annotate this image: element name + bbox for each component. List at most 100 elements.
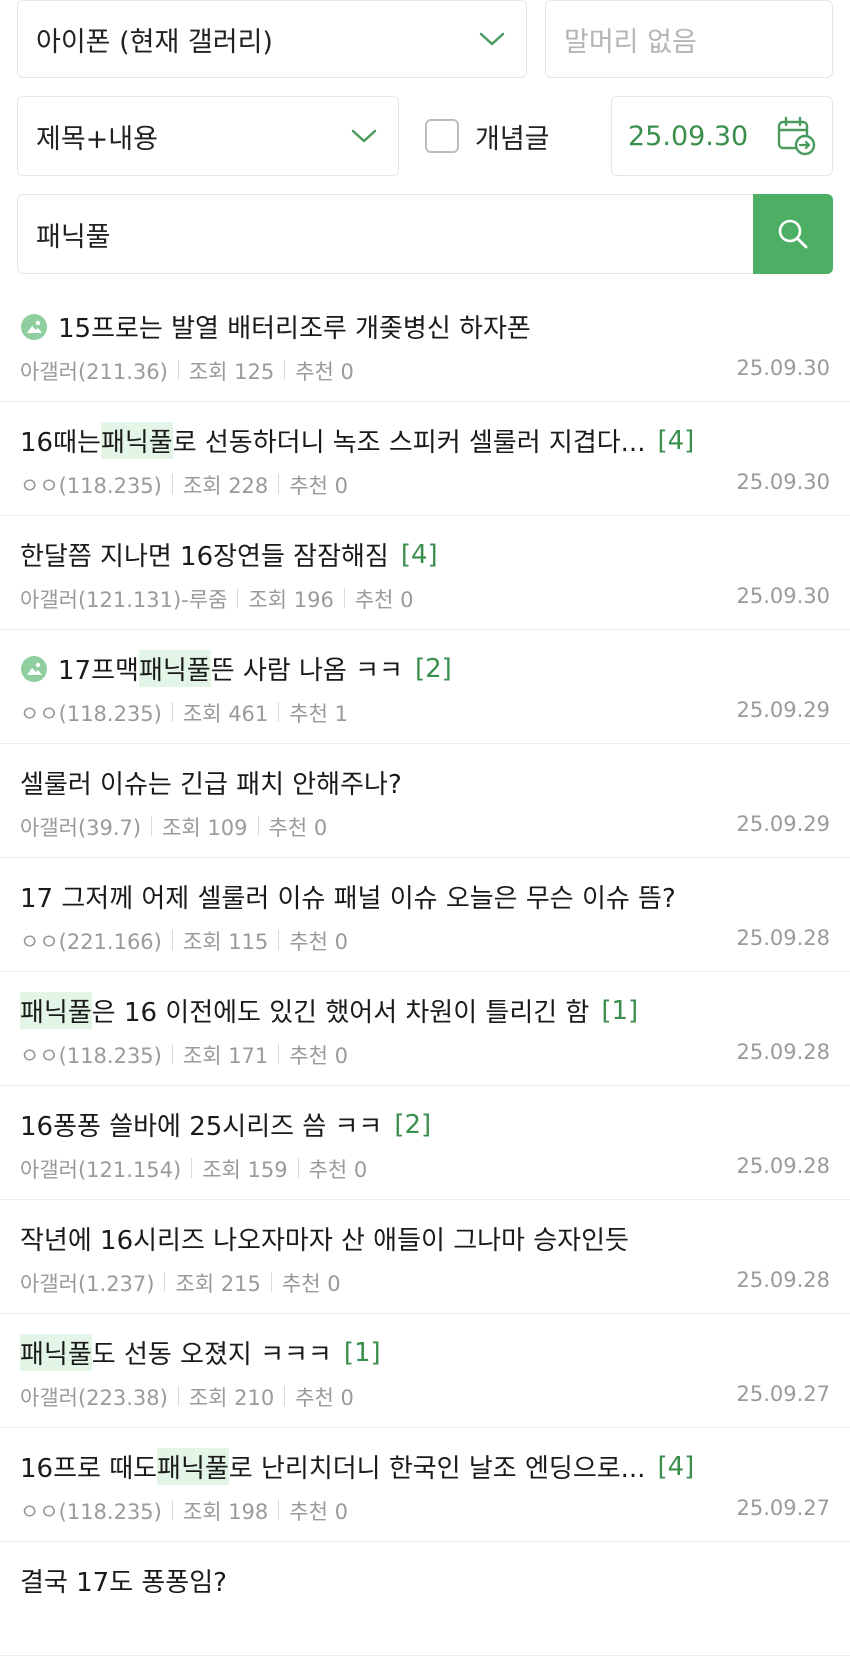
- post-meta: 아갤러(223.38) 조회 210 추천 0 25.09.27: [20, 1382, 830, 1412]
- post-meta: ㅇㅇ(118.235) 조회 171 추천 0 25.09.28: [20, 1040, 830, 1070]
- post-recommends: 추천 0: [289, 1500, 348, 1524]
- concept-label: 개념글: [475, 123, 550, 155]
- meta-divider: [278, 1044, 280, 1064]
- post-date: 25.09.28: [736, 1268, 830, 1292]
- post-views: 조회 215: [175, 1272, 261, 1296]
- post-item[interactable]: 17 그저께 어제 셀룰러 이슈 패널 이슈 오늘은 무슨 이슈 뜸? ㅇㅇ(22…: [0, 858, 850, 972]
- meta-divider: [278, 930, 280, 950]
- post-title: 한달쯤 지나면 16장연들 잠잠해짐 [4]: [20, 536, 830, 573]
- post-item[interactable]: 결국 17도 퐁퐁임?: [0, 1542, 850, 1656]
- post-views: 조회 125: [188, 360, 275, 384]
- gallery-select[interactable]: 아이폰 (현재 갤러리): [17, 0, 527, 78]
- post-title: 16퐁퐁 쓸바에 25시리즈 씀 ㅋㅋ [2]: [20, 1106, 830, 1143]
- post-item[interactable]: 패닉풀 도 선동 오졌지 ㅋㅋㅋ [1] 아갤러(223.38) 조회 210 추천 0 2…: [0, 1314, 850, 1428]
- chevron-down-icon: [479, 32, 505, 46]
- post-item[interactable]: 17프맥 패닉풀 뜬 사람 나옴 ㅋㅋ [2] ㅇㅇ(118.235) 조회 461 추…: [0, 630, 850, 744]
- meta-divider: [171, 702, 173, 722]
- filter-row-top: 아이폰 (현재 갤러리) 말머리 없음: [17, 0, 833, 80]
- post-views: 조회 109: [162, 816, 248, 840]
- post-meta: 아갤러(211.36) 조회 125 추천 0 25.09.30: [20, 356, 830, 386]
- post-views: 조회 198: [182, 1500, 269, 1524]
- post-author: ㅇㅇ(118.235): [20, 1044, 162, 1068]
- post-item[interactable]: 셀룰러 이슈는 긴급 패치 안해주나? 아갤러(39.7) 조회 109 추천 0 25…: [0, 744, 850, 858]
- post-title-text: 로 선동하더니 녹조 스피커 셀룰러 지겹다...: [172, 428, 646, 458]
- post-item[interactable]: 16프로 때도 패닉풀 로 난리치더니 한국인 날조 엔딩으로... [4] ㅇㅇ(1…: [0, 1428, 850, 1542]
- post-author: 아갤러(121.154): [20, 1158, 182, 1182]
- post-title: 16때는 패닉풀 로 선동하더니 녹조 스피커 셀룰러 지겹다... [4]: [20, 422, 830, 459]
- meta-divider: [237, 588, 239, 608]
- search-input[interactable]: 패닉풀: [17, 194, 753, 274]
- image-icon: [21, 313, 47, 340]
- date-picker[interactable]: 25.09.30: [611, 96, 833, 176]
- post-item[interactable]: 16퐁퐁 쓸바에 25시리즈 씀 ㅋㅋ [2] 아갤러(121.154) 조회 159…: [0, 1086, 850, 1200]
- post-meta: ㅇㅇ(118.235) 조회 228 추천 0 25.09.30: [20, 470, 830, 500]
- gallery-select-label: 아이폰 (현재 갤러리): [36, 26, 273, 58]
- post-title: 작년에 16시리즈 나오자마자 산 애들이 그나마 승자인듯: [20, 1220, 830, 1257]
- post-date: 25.09.30: [736, 356, 830, 380]
- post-date: 25.09.29: [736, 698, 830, 722]
- meta-divider: [171, 930, 173, 950]
- post-date: 25.09.27: [736, 1382, 830, 1406]
- post-date: 25.09.27: [736, 1496, 830, 1520]
- post-title-text: 결국 17도 퐁퐁임?: [20, 1568, 227, 1598]
- post-title: 결국 17도 퐁퐁임?: [20, 1562, 830, 1599]
- post-list: 15프로는 발열 배터리조루 개좆병신 하자폰 아갤러(211.36) 조회 125…: [0, 288, 850, 1656]
- post-title-text: 셀룰러 이슈는 긴급 패치 안해주나?: [20, 770, 402, 800]
- post-title-text: 17 그저께 어제 셀룰러 이슈 패널 이슈 오늘은 무슨 이슈 뜸?: [20, 884, 676, 914]
- search-field-select[interactable]: 제목+내용: [17, 96, 399, 176]
- filter-row-middle: 제목+내용 개념글 25.09.30: [17, 96, 833, 176]
- concept-toggle[interactable]: 개념글: [425, 117, 605, 156]
- meta-divider: [284, 360, 286, 380]
- post-recommends: 추천 0: [354, 588, 414, 612]
- post-title: 17프맥 패닉풀 뜬 사람 나옴 ㅋㅋ [2]: [20, 650, 830, 687]
- post-title: 15프로는 발열 배터리조루 개좆병신 하자폰: [20, 308, 830, 345]
- post-title-text: 도 선동 오졌지 ㅋㅋㅋ: [91, 1340, 332, 1370]
- post-title-text: 16때는: [20, 428, 101, 458]
- post-meta: 아갤러(39.7) 조회 109 추천 0 25.09.29: [20, 812, 830, 842]
- search-row: 패닉풀: [17, 194, 833, 274]
- search-button[interactable]: [753, 194, 833, 274]
- post-date: 25.09.30: [736, 470, 830, 494]
- post-meta: ㅇㅇ(118.235) 조회 198 추천 0 25.09.27: [20, 1496, 830, 1526]
- post-title: 패닉풀 도 선동 오졌지 ㅋㅋㅋ [1]: [20, 1334, 830, 1371]
- post-date: 25.09.28: [736, 1154, 830, 1178]
- prefix-select[interactable]: 말머리 없음: [545, 0, 833, 78]
- post-title: 셀룰러 이슈는 긴급 패치 안해주나?: [20, 764, 830, 801]
- meta-divider: [177, 360, 179, 380]
- post-author: ㅇㅇ(118.235): [20, 702, 162, 726]
- post-date: 25.09.28: [736, 926, 830, 950]
- post-title-text: 뜬 사람 나옴 ㅋㅋ: [210, 656, 403, 686]
- meta-divider: [297, 1158, 299, 1178]
- post-recommends: 추천 0: [308, 1158, 368, 1182]
- post-item[interactable]: 15프로는 발열 배터리조루 개좆병신 하자폰 아갤러(211.36) 조회 125…: [0, 288, 850, 402]
- post-item[interactable]: 패닉풀 은 16 이전에도 있긴 했어서 차원이 틀리긴 함 [1] ㅇㅇ(118.2…: [0, 972, 850, 1086]
- meta-divider: [164, 1272, 166, 1292]
- concept-checkbox[interactable]: [425, 119, 459, 153]
- post-views: 조회 159: [202, 1158, 288, 1182]
- post-title-text: 로 난리치더니 한국인 날조 엔딩으로...: [228, 1454, 646, 1484]
- comment-count: [4]: [657, 1451, 695, 1482]
- post-item[interactable]: 한달쯤 지나면 16장연들 잠잠해짐 [4] 아갤러(121.131)-루줌 조회 1…: [0, 516, 850, 630]
- meta-divider: [278, 1500, 280, 1520]
- post-date: 25.09.28: [736, 1040, 830, 1064]
- post-author: 아갤러(39.7): [20, 816, 142, 840]
- keyword-highlight: 패닉풀: [157, 1448, 229, 1485]
- post-recommends: 추천 0: [268, 816, 328, 840]
- post-item[interactable]: 16때는 패닉풀 로 선동하더니 녹조 스피커 셀룰러 지겹다... [4] ㅇㅇ(1…: [0, 402, 850, 516]
- post-meta: ㅇㅇ(118.235) 조회 461 추천 1 25.09.29: [20, 698, 830, 728]
- post-meta: 아갤러(121.131)-루줌 조회 196 추천 0 25.09.30: [20, 584, 830, 614]
- comment-count: [2]: [394, 1109, 432, 1140]
- meta-divider: [270, 1272, 272, 1292]
- chevron-down-icon: [351, 129, 377, 143]
- post-date: 25.09.30: [736, 584, 830, 608]
- post-author: 아갤러(223.38): [20, 1386, 168, 1410]
- post-title-text: 작년에 16시리즈 나오자마자 산 애들이 그나마 승자인듯: [20, 1226, 629, 1256]
- search-field-label: 제목+내용: [36, 123, 158, 155]
- post-item[interactable]: 작년에 16시리즈 나오자마자 산 애들이 그나마 승자인듯 아갤러(1.237)…: [0, 1200, 850, 1314]
- post-recommends: 추천 0: [295, 360, 354, 384]
- post-author: ㅇㅇ(221.166): [20, 930, 162, 954]
- meta-divider: [151, 816, 153, 836]
- search-icon: [778, 219, 808, 249]
- keyword-highlight: 패닉풀: [138, 650, 211, 687]
- post-views: 조회 115: [182, 930, 269, 954]
